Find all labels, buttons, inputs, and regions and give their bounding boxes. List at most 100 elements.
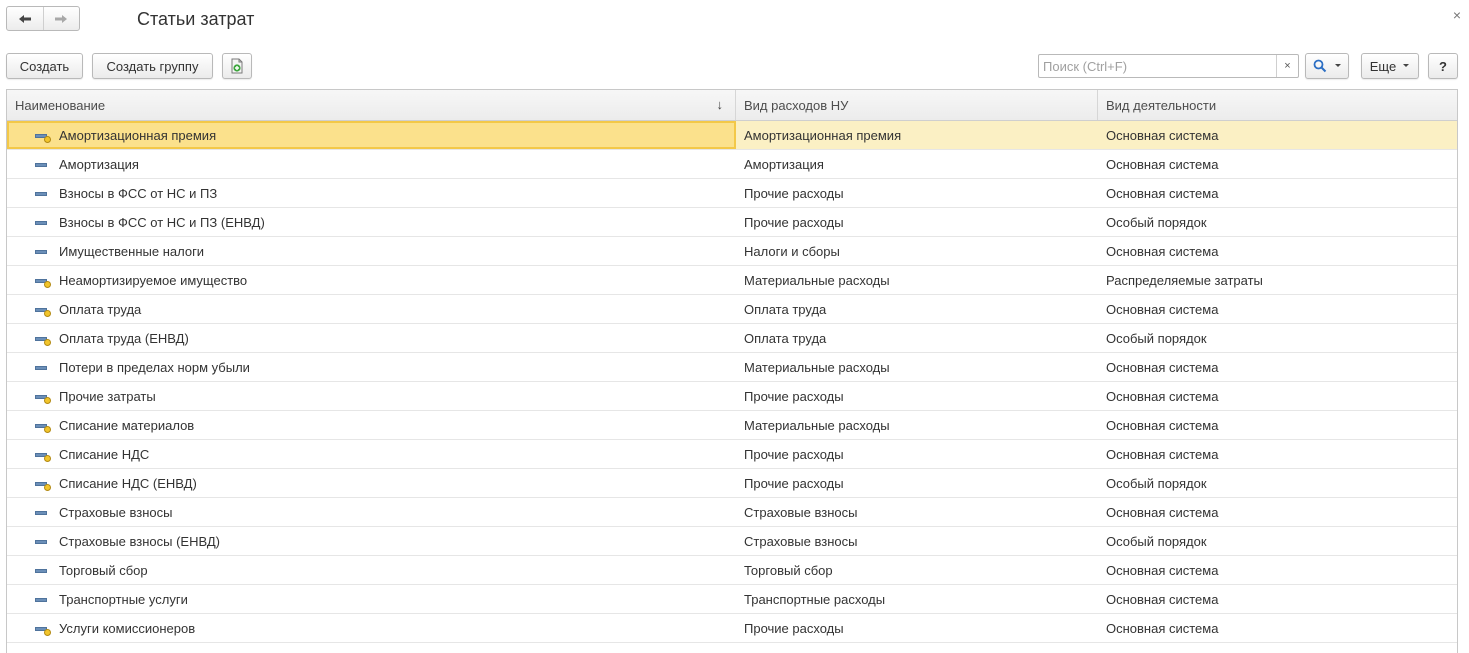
- table-row[interactable]: Взносы в ФСС от НС и ПЗ (ЕНВД) Прочие рас…: [7, 208, 1457, 237]
- cell-expense-type[interactable]: Прочие расходы: [736, 208, 1098, 236]
- cell-activity[interactable]: Основная система: [1098, 585, 1457, 613]
- help-button[interactable]: ?: [1428, 53, 1458, 79]
- cell-expense-type[interactable]: Материальные расходы: [736, 266, 1098, 294]
- cell-name[interactable]: Амортизация: [7, 150, 736, 178]
- cell-expense-type[interactable]: Страховые взносы: [736, 527, 1098, 555]
- table-row[interactable]: Потери в пределах норм убыли Материальные…: [7, 353, 1457, 382]
- table-row[interactable]: Прочие затраты Прочие расходы Основная сис…: [7, 382, 1457, 411]
- predefined-marker-icon: [44, 281, 51, 288]
- column-header-label: Вид расходов НУ: [744, 97, 849, 113]
- table-row[interactable]: Взносы в ФСС от НС и ПЗ Прочие расходы Осн…: [7, 179, 1457, 208]
- cell-activity[interactable]: Основная система: [1098, 411, 1457, 439]
- cell-name[interactable]: Прочие затраты: [7, 382, 736, 410]
- cell-name[interactable]: Взносы в ФСС от НС и ПЗ (ЕНВД): [7, 208, 736, 236]
- table-header: Наименование ↓ Вид расходов НУ Вид деяте…: [7, 90, 1457, 121]
- cell-expense-type[interactable]: Прочие расходы: [736, 614, 1098, 642]
- cell-expense-type[interactable]: Амортизация: [736, 150, 1098, 178]
- search-input[interactable]: [1039, 55, 1276, 77]
- cell-activity[interactable]: Основная система: [1098, 295, 1457, 323]
- cell-name[interactable]: Имущественные налоги: [7, 237, 736, 265]
- column-header-name[interactable]: Наименование ↓: [7, 90, 736, 120]
- cell-activity[interactable]: Основная система: [1098, 498, 1457, 526]
- back-button[interactable]: [7, 7, 43, 30]
- table-row[interactable]: Транспортные услуги Транспортные расходы О…: [7, 585, 1457, 614]
- cell-activity[interactable]: Особый порядок: [1098, 527, 1457, 555]
- table-row[interactable]: Страховые взносы Страховые взносы Основная…: [7, 498, 1457, 527]
- cell-expense-type[interactable]: Материальные расходы: [736, 353, 1098, 381]
- cell-name[interactable]: Услуги комиссионеров: [7, 614, 736, 642]
- cell-name[interactable]: Списание НДС (ЕНВД): [7, 469, 736, 497]
- cell-name-text: Услуги комиссионеров: [59, 620, 196, 636]
- predefined-item-icon: [35, 308, 51, 317]
- cell-expense-type[interactable]: Прочие расходы: [736, 469, 1098, 497]
- table-row[interactable]: Списание НДС Прочие расходы Основная систе…: [7, 440, 1457, 469]
- cell-activity[interactable]: Основная система: [1098, 556, 1457, 584]
- cell-activity[interactable]: Основная система: [1098, 440, 1457, 468]
- cell-name[interactable]: Оплата труда (ЕНВД): [7, 324, 736, 352]
- arrow-right-icon: [55, 14, 68, 23]
- cell-activity[interactable]: Основная система: [1098, 150, 1457, 178]
- cell-activity[interactable]: Основная система: [1098, 614, 1457, 642]
- cell-name[interactable]: Неамортизируемое имущество: [7, 266, 736, 294]
- table-row[interactable]: Неамортизируемое имущество Материальные р…: [7, 266, 1457, 295]
- cell-activity[interactable]: Основная система: [1098, 382, 1457, 410]
- sort-descending-icon: ↓: [716, 97, 724, 112]
- cell-expense-type[interactable]: Торговый сбор: [736, 556, 1098, 584]
- cell-name[interactable]: Списание НДС: [7, 440, 736, 468]
- table-row[interactable]: Имущественные налоги Налоги и сборы Основн…: [7, 237, 1457, 266]
- cell-name[interactable]: Транспортные услуги: [7, 585, 736, 613]
- cell-expense-type[interactable]: Амортизационная премия: [736, 121, 1098, 149]
- copy-button[interactable]: [222, 53, 252, 79]
- cell-activity[interactable]: Распределяемые затраты: [1098, 266, 1457, 294]
- forward-button[interactable]: [42, 7, 80, 30]
- close-icon[interactable]: ×: [1453, 7, 1461, 23]
- cell-name[interactable]: Страховые взносы (ЕНВД): [7, 527, 736, 555]
- cell-name[interactable]: Торговый сбор: [7, 556, 736, 584]
- cell-activity[interactable]: Основная система: [1098, 353, 1457, 381]
- table-row[interactable]: Услуги комиссионеров Прочие расходы Основн…: [7, 614, 1457, 643]
- table-row[interactable]: Оплата труда Оплата труда Основная система: [7, 295, 1457, 324]
- cell-name[interactable]: Оплата труда: [7, 295, 736, 323]
- cell-activity[interactable]: Основная система: [1098, 121, 1457, 149]
- cell-name[interactable]: Амортизационная премия: [7, 121, 736, 149]
- column-header-expense-type[interactable]: Вид расходов НУ: [736, 90, 1098, 120]
- item-icon: [35, 250, 47, 254]
- cell-expense-type[interactable]: Прочие расходы: [736, 382, 1098, 410]
- table-row[interactable]: Амортизационная премия Амортизационная пр…: [7, 121, 1457, 150]
- cell-expense-type[interactable]: Транспортные расходы: [736, 585, 1098, 613]
- cell-activity[interactable]: Особый порядок: [1098, 469, 1457, 497]
- cell-expense-type[interactable]: Материальные расходы: [736, 411, 1098, 439]
- predefined-item-icon: [35, 482, 51, 491]
- table-row[interactable]: Амортизация Амортизация Основная система: [7, 150, 1457, 179]
- create-button[interactable]: Создать: [6, 53, 83, 79]
- cell-expense-type[interactable]: Оплата труда: [736, 295, 1098, 323]
- cell-expense-type[interactable]: Страховые взносы: [736, 498, 1098, 526]
- table-row[interactable]: Оплата труда (ЕНВД) Оплата труда Особый по…: [7, 324, 1457, 353]
- search-button[interactable]: [1305, 53, 1349, 79]
- cell-name-text: Страховые взносы (ЕНВД): [59, 533, 220, 549]
- cell-name[interactable]: Взносы в ФСС от НС и ПЗ: [7, 179, 736, 207]
- cell-activity[interactable]: Основная система: [1098, 237, 1457, 265]
- cell-expense-type[interactable]: Прочие расходы: [736, 440, 1098, 468]
- cell-name[interactable]: Страховые взносы: [7, 498, 736, 526]
- table-row[interactable]: Списание НДС (ЕНВД) Прочие расходы Особый …: [7, 469, 1457, 498]
- table-row[interactable]: Списание материалов Материальные расходы О…: [7, 411, 1457, 440]
- cell-name[interactable]: Потери в пределах норм убыли: [7, 353, 736, 381]
- chevron-down-icon: [1334, 64, 1341, 67]
- predefined-marker-icon: [44, 136, 51, 143]
- more-button[interactable]: Еще: [1361, 53, 1419, 79]
- cell-expense-type[interactable]: Оплата труда: [736, 324, 1098, 352]
- cell-name[interactable]: Списание материалов: [7, 411, 736, 439]
- cell-expense-type[interactable]: Прочие расходы: [736, 179, 1098, 207]
- cell-activity[interactable]: Особый порядок: [1098, 324, 1457, 352]
- column-header-activity[interactable]: Вид деятельности: [1098, 90, 1457, 120]
- search-clear-icon[interactable]: ×: [1276, 55, 1298, 77]
- create-group-button[interactable]: Создать группу: [92, 53, 213, 79]
- cell-activity[interactable]: Основная система: [1098, 179, 1457, 207]
- table-row[interactable]: Торговый сбор Торговый сбор Основная систе…: [7, 556, 1457, 585]
- cell-expense-type[interactable]: Налоги и сборы: [736, 237, 1098, 265]
- predefined-marker-icon: [44, 484, 51, 491]
- cell-activity[interactable]: Особый порядок: [1098, 208, 1457, 236]
- table-row[interactable]: Страховые взносы (ЕНВД) Страховые взносы О…: [7, 527, 1457, 556]
- chevron-down-icon: [1403, 64, 1410, 67]
